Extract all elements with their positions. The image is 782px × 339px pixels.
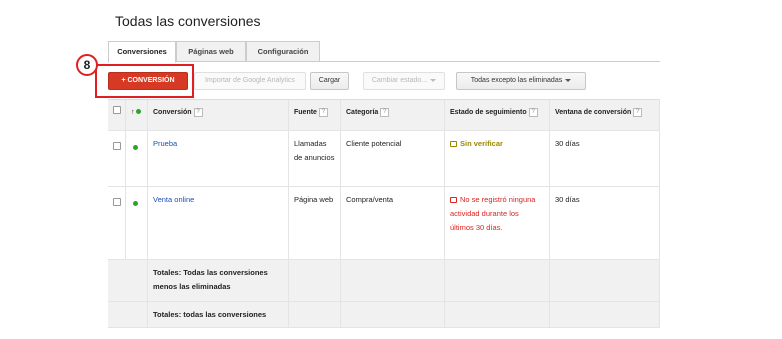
totals-spacer bbox=[108, 260, 148, 301]
row-checkbox[interactable] bbox=[113, 198, 121, 206]
table-row: Prueba Llamadas de anuncios Cliente pote… bbox=[108, 131, 660, 187]
row-window: 30 días bbox=[550, 131, 660, 186]
tab-bar: Conversiones Páginas web Configuración bbox=[108, 41, 660, 63]
header-tracking-status-label: Estado de seguimiento bbox=[450, 109, 527, 116]
tracking-status[interactable]: No se registró ninguna actividad durante… bbox=[450, 195, 535, 232]
chevron-down-icon bbox=[430, 78, 437, 82]
enabled-dot-icon bbox=[133, 201, 138, 206]
help-icon[interactable]: ? bbox=[193, 107, 203, 117]
totals-row: Totales: todas las conversiones bbox=[108, 302, 660, 328]
row-category: Cliente potencial bbox=[341, 131, 445, 186]
header-tracking-status[interactable]: Estado de seguimiento? bbox=[445, 100, 550, 130]
tracking-status[interactable]: Sin verificar bbox=[460, 139, 503, 148]
header-source-label: Fuente bbox=[294, 109, 317, 116]
header-category[interactable]: Categoría? bbox=[341, 100, 445, 130]
import-analytics-label: Importar de Google Analytics bbox=[205, 77, 295, 84]
totals-empty-cell bbox=[341, 260, 445, 301]
totals-label: Totales: todas las conversiones bbox=[148, 302, 289, 327]
tab-web-pages[interactable]: Páginas web bbox=[176, 41, 246, 62]
table-row: Venta online Página web Compra/venta No … bbox=[108, 187, 660, 260]
conversions-table: ↑ Conversión? Fuente? Categoría? Estado … bbox=[108, 100, 660, 328]
row-source: Página web bbox=[289, 187, 341, 259]
conversion-link[interactable]: Prueba bbox=[153, 139, 177, 148]
change-status-dropdown[interactable]: Cambiar estado... bbox=[363, 72, 445, 90]
totals-row: Totales: Todas las conversiones menos la… bbox=[108, 260, 660, 302]
step-badge: 8 bbox=[76, 54, 98, 76]
tab-conversions[interactable]: Conversiones bbox=[108, 41, 176, 63]
header-conversion[interactable]: Conversión? bbox=[148, 100, 289, 130]
row-source: Llamadas de anuncios bbox=[289, 131, 341, 186]
filter-label: Todas excepto las eliminadas bbox=[470, 77, 563, 84]
header-conversion-label: Conversión bbox=[153, 109, 192, 116]
import-analytics-button[interactable]: Importar de Google Analytics bbox=[194, 72, 306, 90]
totals-empty-cell bbox=[341, 302, 445, 327]
select-all-checkbox[interactable] bbox=[113, 106, 121, 114]
header-checkbox-cell bbox=[108, 100, 126, 130]
help-icon[interactable]: ? bbox=[318, 107, 328, 117]
conversion-link[interactable]: Venta online bbox=[153, 195, 194, 204]
chevron-down-icon bbox=[565, 78, 572, 82]
row-checkbox-cell bbox=[108, 131, 126, 186]
change-status-label: Cambiar estado... bbox=[371, 77, 428, 84]
totals-spacer bbox=[108, 302, 148, 327]
help-icon[interactable]: ? bbox=[528, 107, 538, 117]
table-header-row: ↑ Conversión? Fuente? Categoría? Estado … bbox=[108, 100, 660, 131]
help-icon[interactable]: ? bbox=[380, 107, 390, 117]
status-dot-icon bbox=[136, 109, 142, 114]
comment-icon bbox=[450, 141, 457, 148]
totals-empty-cell bbox=[550, 302, 660, 327]
sort-header[interactable]: ↑ bbox=[126, 100, 148, 130]
totals-empty-cell bbox=[445, 302, 550, 327]
row-checkbox[interactable] bbox=[113, 142, 121, 150]
page-title: Todas las conversiones bbox=[115, 13, 261, 29]
highlight-box bbox=[95, 64, 194, 98]
row-conversion-cell: Prueba bbox=[148, 131, 289, 186]
row-status-cell bbox=[126, 187, 148, 259]
header-source[interactable]: Fuente? bbox=[289, 100, 341, 130]
row-status-text-cell: Sin verificar bbox=[445, 131, 550, 186]
totals-empty-cell bbox=[550, 260, 660, 301]
header-window-label: Ventana de conversión bbox=[555, 109, 632, 116]
tab-settings[interactable]: Configuración bbox=[246, 41, 320, 62]
row-category: Compra/venta bbox=[341, 187, 445, 259]
row-window: 30 días bbox=[550, 187, 660, 259]
totals-empty-cell bbox=[445, 260, 550, 301]
totals-empty-cell bbox=[289, 302, 341, 327]
row-checkbox-cell bbox=[108, 187, 126, 259]
upload-button[interactable]: Cargar bbox=[310, 72, 349, 90]
header-category-label: Categoría bbox=[346, 109, 379, 116]
row-conversion-cell: Venta online bbox=[148, 187, 289, 259]
header-window[interactable]: Ventana de conversión? bbox=[550, 100, 660, 130]
help-icon[interactable]: ? bbox=[633, 107, 643, 117]
row-status-cell bbox=[126, 131, 148, 186]
totals-label: Totales: Todas las conversiones menos la… bbox=[148, 260, 289, 301]
row-status-text-cell: No se registró ninguna actividad durante… bbox=[445, 187, 550, 259]
sort-arrow-icon: ↑ bbox=[131, 109, 135, 116]
totals-empty-cell bbox=[289, 260, 341, 301]
comment-icon bbox=[450, 197, 457, 204]
enabled-dot-icon bbox=[133, 145, 138, 150]
filter-dropdown[interactable]: Todas excepto las eliminadas bbox=[456, 72, 586, 90]
